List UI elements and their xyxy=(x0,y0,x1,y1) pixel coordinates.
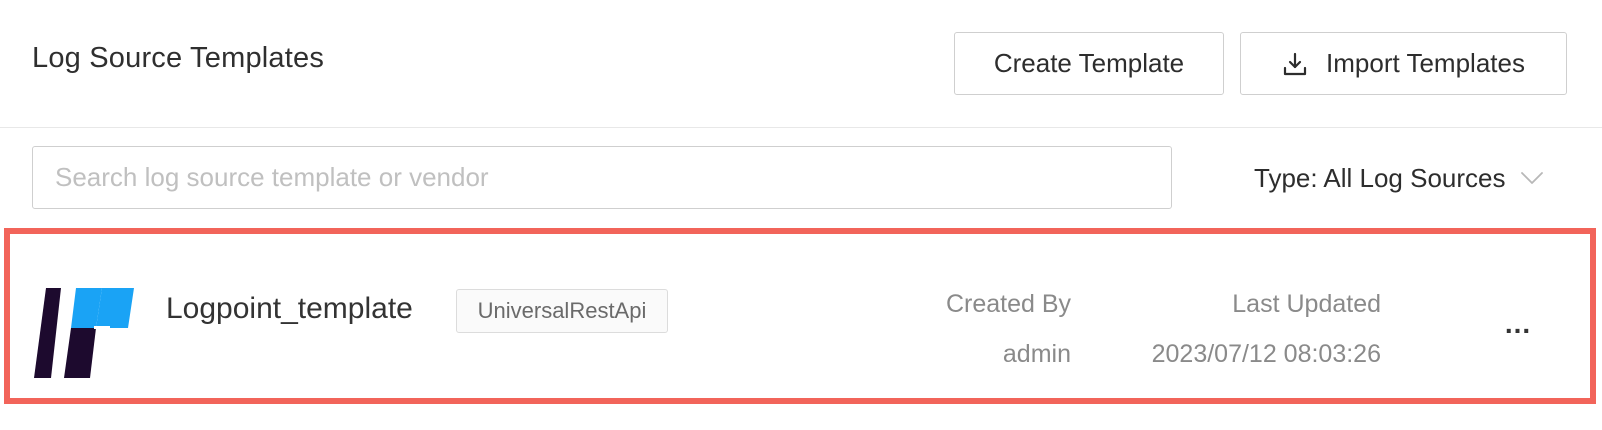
chevron-down-icon xyxy=(1519,168,1545,188)
type-filter-label: Type: All Log Sources xyxy=(1254,162,1506,193)
download-icon xyxy=(1282,51,1308,77)
last-updated-value: 2023/07/12 08:03:26 xyxy=(1151,340,1381,368)
last-updated-label: Last Updated xyxy=(1232,290,1381,318)
logpoint-logo xyxy=(34,288,136,378)
page-header: Log Source Templates Create Template Imp… xyxy=(0,0,1602,128)
template-type-badge: UniversalRestApi xyxy=(456,289,668,333)
created-by-value: admin xyxy=(1002,340,1071,368)
template-row[interactable]: Logpoint_template UniversalRestApi Creat… xyxy=(4,228,1596,404)
create-template-label: Create Template xyxy=(993,48,1185,78)
create-template-button[interactable]: Create Template xyxy=(954,32,1224,95)
log-source-templates-page: Log Source Templates Create Template Imp… xyxy=(0,0,1602,430)
created-by-label: Created By xyxy=(945,290,1071,318)
type-filter-dropdown[interactable]: Type: All Log Sources xyxy=(1254,150,1545,206)
import-templates-button[interactable]: Import Templates xyxy=(1240,32,1567,95)
page-title: Log Source Templates xyxy=(32,42,325,74)
import-templates-label: Import Templates xyxy=(1326,48,1525,78)
more-options-button[interactable]: ... xyxy=(1496,306,1540,342)
template-name[interactable]: Logpoint_template xyxy=(166,292,413,326)
search-input[interactable] xyxy=(32,146,1172,209)
